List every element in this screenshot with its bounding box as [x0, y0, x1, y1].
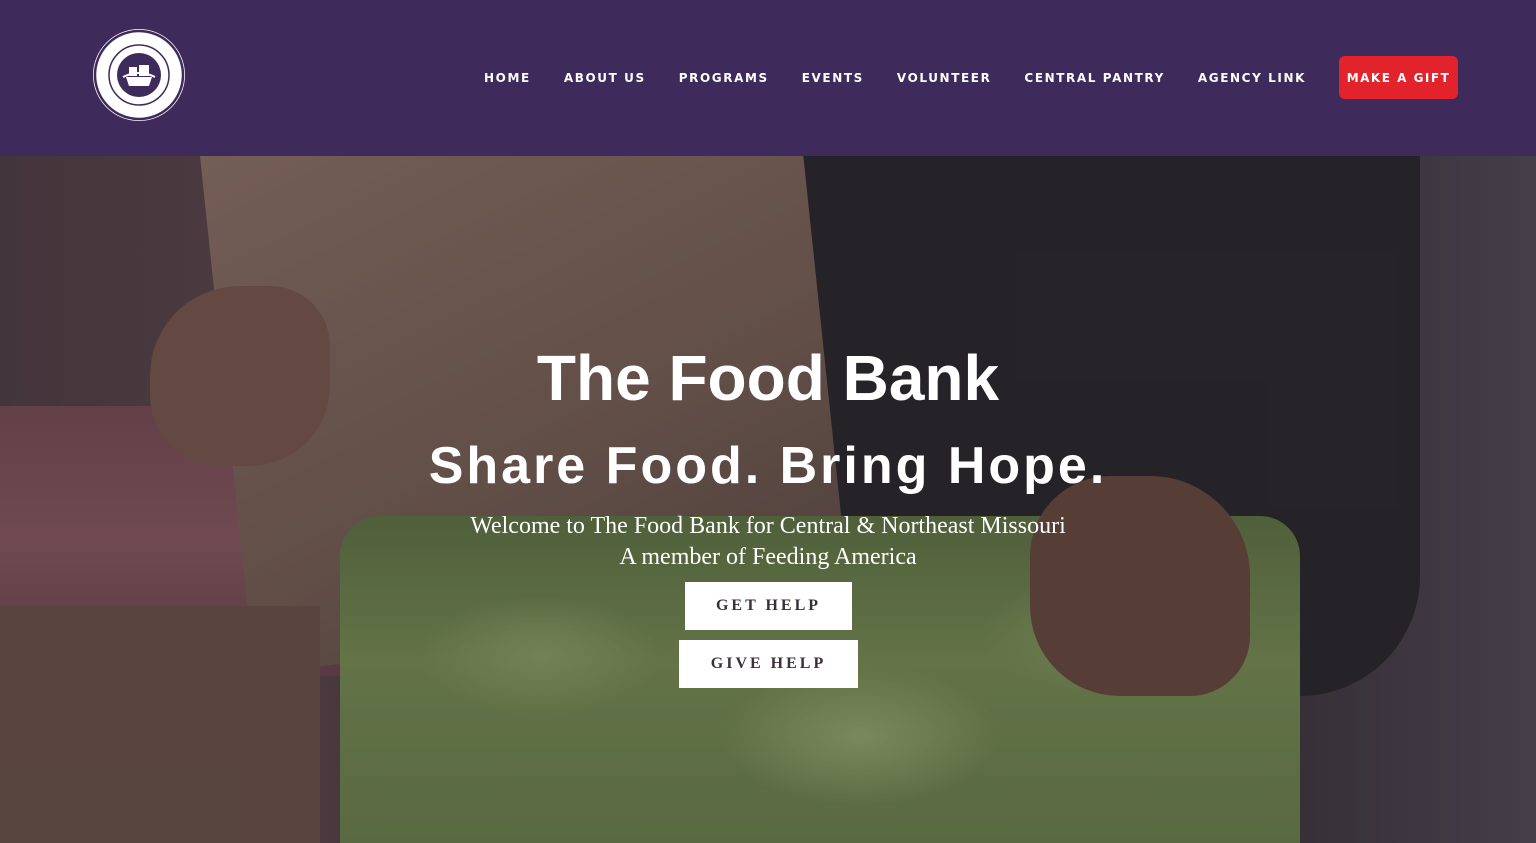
give-help-button[interactable]: GIVE HELP [679, 640, 858, 688]
hero-member-text: A member of Feeding America [619, 544, 917, 570]
hero-section: The Food Bank Share Food. Bring Hope. We… [0, 156, 1536, 843]
hero-content: The Food Bank Share Food. Bring Hope. We… [0, 156, 1536, 843]
site-header: HOME ABOUT US PROGRAMS EVENTS VOLUNTEER … [0, 0, 1536, 156]
nav-item-volunteer[interactable]: VOLUNTEER [897, 71, 992, 85]
nav-item-home[interactable]: HOME [484, 71, 531, 85]
hero-welcome-text: Welcome to The Food Bank for Central & N… [470, 513, 1066, 539]
food-bank-logo[interactable] [93, 29, 185, 121]
nav-item-central-pantry[interactable]: CENTRAL PANTRY [1024, 71, 1164, 85]
nav-item-programs[interactable]: PROGRAMS [679, 71, 769, 85]
make-a-gift-button[interactable]: MAKE A GIFT [1339, 56, 1458, 99]
get-help-button[interactable]: GET HELP [685, 582, 852, 630]
nav-item-agency-link[interactable]: AGENCY LINK [1198, 71, 1306, 85]
main-navigation: HOME ABOUT US PROGRAMS EVENTS VOLUNTEER … [484, 56, 1458, 99]
hero-title: The Food Bank [536, 342, 1000, 414]
nav-item-events[interactable]: EVENTS [802, 71, 864, 85]
logo-emblem-icon [93, 29, 185, 121]
nav-item-about-us[interactable]: ABOUT US [564, 71, 646, 85]
hero-tagline: Share Food. Bring Hope. [428, 437, 1108, 495]
